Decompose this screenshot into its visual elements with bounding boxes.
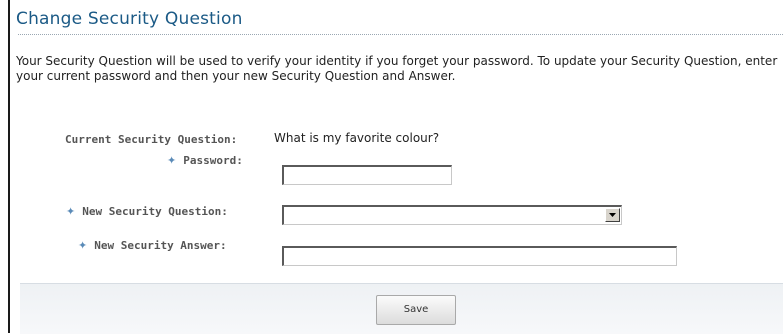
chevron-down-icon — [609, 213, 616, 217]
title-divider — [18, 34, 783, 35]
new-question-label-row: ✦ New Security Question: — [66, 205, 228, 218]
password-input[interactable] — [282, 165, 452, 185]
password-label: Password: — [183, 154, 243, 167]
new-answer-input[interactable] — [282, 246, 677, 266]
page-description: Your Security Question will be used to v… — [16, 54, 778, 83]
security-question-panel: Change Security Question Your Security Q… — [12, 0, 783, 334]
save-button[interactable]: Save — [376, 295, 456, 325]
password-label-row: ✦ Password: — [167, 154, 243, 167]
new-answer-label-row: ✦ New Security Answer: — [78, 239, 227, 252]
dropdown-arrow-button[interactable] — [605, 208, 620, 222]
current-question-value: What is my favorite colour? — [274, 131, 440, 145]
page-title: Change Security Question — [16, 9, 243, 29]
required-star-icon: ✦ — [78, 239, 88, 252]
current-question-label: Current Security Question: — [65, 133, 238, 146]
new-answer-label: New Security Answer: — [94, 239, 227, 252]
new-question-select[interactable] — [282, 205, 622, 225]
left-border — [8, 0, 10, 333]
required-star-icon: ✦ — [167, 154, 177, 167]
new-question-label: New Security Question: — [82, 205, 228, 218]
required-star-icon: ✦ — [66, 205, 76, 218]
